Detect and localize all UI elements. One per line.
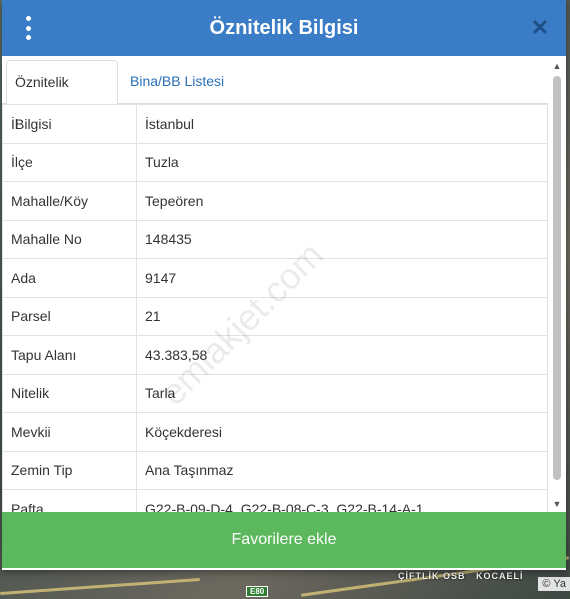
row-value: 148435 [136, 219, 548, 259]
row-value: Köçekderesi [136, 412, 548, 452]
table-row: Zemin Tip Ana Taşınmaz [2, 450, 548, 490]
row-value: 21 [136, 296, 548, 336]
row-value: İstanbul [136, 104, 548, 144]
dialog-title: Öznitelik Bilgisi [209, 16, 359, 39]
row-value: Ana Taşınmaz [136, 450, 548, 490]
row-key: Tapu Alanı [2, 335, 137, 375]
scroll-up-icon[interactable]: ▲ [552, 60, 562, 72]
attribute-table-container[interactable]: İl İstanbul İlçe Tuzla Mahalle/Köy Tepeören… [2, 104, 548, 512]
table-row: Pafta G22-B-09-D-4, G22-B-08-C-3, G22-B-1… [2, 489, 548, 512]
attribute-info-dialog: Öznitelik Bilgisi ✕ Öznitelik Bilgisi Bi… [2, 0, 566, 570]
row-value: Tarla [136, 373, 548, 413]
vertical-scrollbar[interactable]: ▲ ▼ [550, 58, 564, 512]
tab-bar: Öznitelik Bilgisi Bina/BB Listesi [2, 56, 548, 132]
tab-building-list[interactable]: Bina/BB Listesi [122, 60, 232, 105]
row-key: Parsel [2, 296, 137, 336]
row-value: G22-B-09-D-4, G22-B-08-C-3, G22-B-14-A-1 [136, 489, 548, 512]
row-key: Mahalle No [2, 219, 137, 259]
row-key: Mahalle/Köy [2, 181, 137, 221]
table-row: Tapu Alanı 43.383,58 [2, 335, 548, 375]
map-label-ciftlik: ÇİFTLİK OSB [398, 571, 466, 581]
table-row: Mevkii Köçekderesi [2, 412, 548, 452]
add-to-favorites-button[interactable]: Favorilere ekle [2, 512, 566, 568]
scroll-thumb[interactable] [553, 76, 561, 480]
map-attribution[interactable]: © Ya [538, 577, 570, 591]
row-value: Tepeören [136, 181, 548, 221]
close-icon[interactable]: ✕ [528, 14, 552, 42]
row-key: İl [2, 104, 137, 144]
table-row: İl İstanbul [2, 104, 548, 144]
menu-dot-icon [25, 16, 31, 21]
table-row: İlçe Tuzla [2, 142, 548, 182]
table-row: Parsel 21 [2, 296, 548, 336]
row-value: 9147 [136, 258, 548, 298]
tab-attribute-info[interactable]: Öznitelik Bilgisi [6, 60, 118, 132]
attribute-table: İl İstanbul İlçe Tuzla Mahalle/Köy Tepeören… [2, 104, 548, 512]
scroll-down-icon[interactable]: ▼ [552, 498, 562, 510]
table-row: Mahalle/Köy Tepeören [2, 181, 548, 221]
map-road [0, 578, 200, 595]
map-label-kocaeli: KOCAELİ [476, 571, 524, 581]
menu-dot-icon [25, 25, 31, 31]
row-key: Mevkii [2, 412, 137, 452]
row-value: 43.383,58 [136, 335, 548, 375]
menu-dot-icon [25, 35, 31, 40]
table-row: Nitelik Tarla [2, 373, 548, 413]
table-row: Mahalle No 148435 [2, 219, 548, 259]
row-value: Tuzla [136, 142, 548, 182]
row-key: Zemin Tip [2, 450, 137, 490]
map-road-shield: E80 [246, 586, 269, 597]
menu-button[interactable] [20, 16, 36, 40]
table-row: Ada 9147 [2, 258, 548, 298]
row-key: Nitelik [2, 373, 137, 413]
dialog-header: Öznitelik Bilgisi ✕ [2, 0, 566, 56]
row-key: İlçe [2, 142, 137, 182]
row-key: Pafta [2, 489, 137, 512]
row-key: Ada [2, 258, 137, 298]
